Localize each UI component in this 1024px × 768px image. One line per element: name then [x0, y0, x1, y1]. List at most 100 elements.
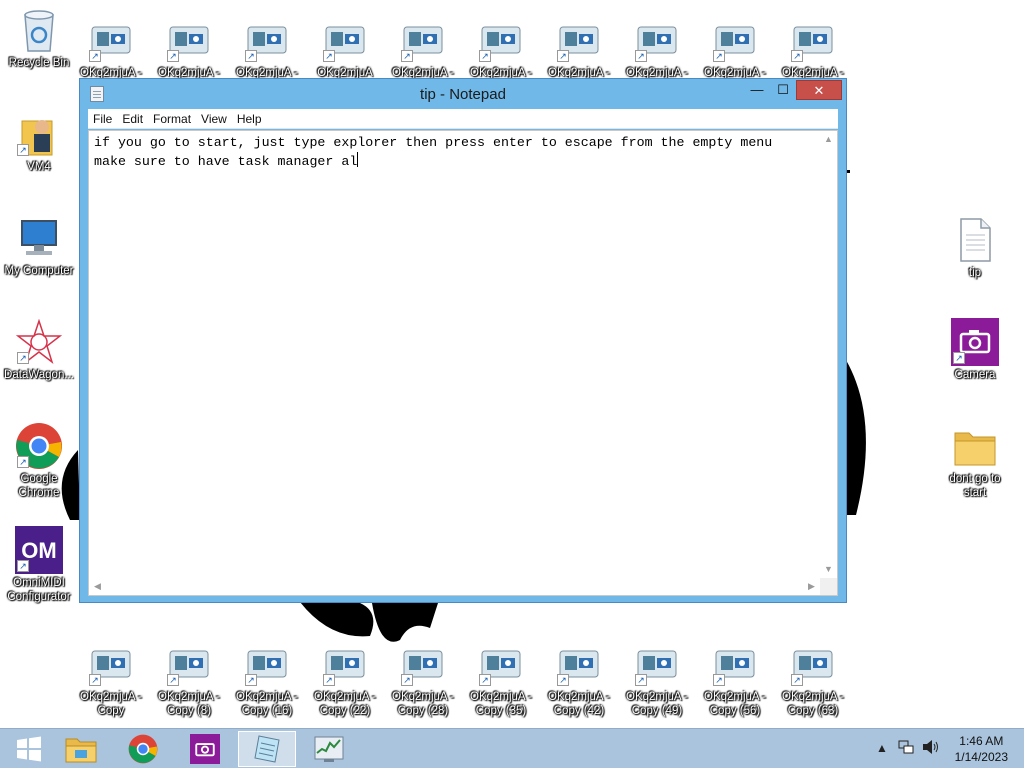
- scroll-down-icon[interactable]: ▼: [820, 561, 837, 578]
- taskbar-chrome[interactable]: [114, 731, 172, 767]
- desktop-icon-recycle-bin[interactable]: Recycle Bin: [0, 6, 78, 70]
- desktop-icon-label-line2: Copy (49): [631, 705, 683, 717]
- volume-icon[interactable]: [922, 739, 940, 758]
- menu-view[interactable]: View: [196, 109, 232, 129]
- desktop-icon-okq2mjua[interactable]: ↗ OKq2mjuA -: [774, 16, 852, 80]
- desktop-icon-label-line2: Copy (42): [553, 705, 605, 717]
- shortcut-arrow-icon: ↗: [713, 674, 725, 686]
- desktop-icon-okq2mjua[interactable]: ↗ OKq2mjuA - Copy (49): [618, 640, 696, 718]
- app-shortcut-icon: ↗: [87, 16, 135, 64]
- desktop-icon-okq2mjua[interactable]: ↗ OKq2mjuA - Copy (35): [462, 640, 540, 718]
- shortcut-arrow-icon: ↗: [635, 50, 647, 62]
- editor-text[interactable]: if you go to start, just type explorer t…: [94, 133, 817, 171]
- scroll-up-icon[interactable]: ▲: [820, 131, 837, 148]
- app-shortcut-icon: ↗: [789, 640, 837, 688]
- size-grip[interactable]: [820, 578, 837, 595]
- menu-format[interactable]: Format: [148, 109, 196, 129]
- notepad-titlebar[interactable]: tip - Notepad — ☐ ✕: [80, 79, 846, 109]
- scroll-right-icon[interactable]: ▶: [803, 578, 820, 595]
- menu-file[interactable]: File: [88, 109, 117, 129]
- desktop-icon-okq2mjua[interactable]: ↗ OKq2mjuA - Copy (56): [696, 640, 774, 718]
- desktop-icon-okq2mjua[interactable]: ↗ OKq2mjuA - Copy: [72, 640, 150, 718]
- notepad-window[interactable]: tip - Notepad — ☐ ✕ File Edit Format View He…: [79, 78, 847, 603]
- app-shortcut-icon: ↗: [477, 16, 525, 64]
- desktop-icon-google-chrome[interactable]: ↗ Google Chrome: [0, 422, 78, 500]
- taskbar-clock[interactable]: 1:46 AM 1/14/2023: [955, 733, 1008, 765]
- desktop-icon-datawagon[interactable]: ↗ DataWagon...: [0, 318, 78, 382]
- desktop-icon-okq2mjua[interactable]: ↗ OKq2mjuA - Copy (28): [384, 640, 462, 718]
- desktop-icon-label-group: Google Chrome: [0, 472, 78, 500]
- desktop-icon-label: OKq2mjuA -: [626, 691, 688, 703]
- desktop-icon-okq2mjua[interactable]: ↗ OKq2mjuA - Copy (63): [774, 640, 852, 718]
- desktop-icon-label-line2: start: [963, 487, 987, 499]
- desktop-icon-label: Camera: [954, 369, 996, 381]
- desktop-icon-okq2mjua[interactable]: ↗ OKq2mjuA -: [150, 16, 228, 80]
- desktop-icon-label-group: OKq2mjuA - Copy (56): [696, 690, 774, 718]
- close-button[interactable]: ✕: [796, 80, 842, 100]
- shortcut-arrow-icon: ↗: [323, 674, 335, 686]
- shortcut-arrow-icon: ↗: [89, 674, 101, 686]
- computer-icon: [15, 214, 63, 262]
- desktop-icon-okq2mjua[interactable]: ↗ OKq2mjuA -: [228, 16, 306, 80]
- desktop-icon-okq2mjua[interactable]: ↗ OKq2mjuA - Copy (42): [540, 640, 618, 718]
- desktop-icon-label: tip: [968, 267, 982, 279]
- camera-icon: [190, 734, 220, 764]
- desktop-icon-label-line2: Configurator: [7, 591, 71, 603]
- desktop-icon-dont-go-to-start[interactable]: dont go to start: [936, 422, 1014, 500]
- desktop-icon-okq2mjua[interactable]: ↗ OKq2mjuA - Copy (22): [306, 640, 384, 718]
- desktop-icon-camera[interactable]: ↗ Camera: [936, 318, 1014, 382]
- shortcut-arrow-icon: ↗: [245, 50, 257, 62]
- start-button[interactable]: [0, 731, 58, 767]
- desktop-icon-omnimidi[interactable]: OM ↗ OmniMIDI Configurator: [0, 526, 78, 604]
- menu-help[interactable]: Help: [232, 109, 267, 129]
- text-caret: [357, 152, 359, 167]
- taskbar-file-explorer[interactable]: [52, 731, 110, 767]
- maximize-button[interactable]: ☐: [770, 80, 796, 100]
- chrome-icon: [128, 734, 158, 764]
- desktop-icon-label: OKq2mjuA -: [782, 691, 844, 703]
- network-icon[interactable]: [898, 739, 914, 758]
- folder-icon: [951, 422, 999, 470]
- text-editor-area[interactable]: if you go to start, just type explorer t…: [88, 130, 838, 596]
- desktop-icon-okq2mjua[interactable]: ↗ OKq2mjuA -: [72, 16, 150, 80]
- desktop-icon-label: dont go to: [949, 473, 1001, 485]
- desktop-icon-okq2mjua[interactable]: ↗ OKq2mjuA: [306, 16, 384, 80]
- editor-line: if you go to start, just type explorer t…: [94, 135, 773, 150]
- taskbar-camera[interactable]: [176, 731, 234, 767]
- minimize-button[interactable]: —: [744, 80, 770, 100]
- desktop-icon-label: OKq2mjuA -: [236, 691, 298, 703]
- desktop-icon-label-group: dont go to start: [936, 472, 1014, 500]
- desktop-icon-label-group: OKq2mjuA - Copy (22): [306, 690, 384, 718]
- task-manager-icon: [314, 736, 344, 762]
- desktop-icon-label-group: OKq2mjuA - Copy (42): [540, 690, 618, 718]
- desktop-icon-label-line2: Chrome: [18, 487, 60, 499]
- desktop-icon-label: OKq2mjuA -: [704, 691, 766, 703]
- scroll-left-icon[interactable]: ◀: [89, 578, 106, 595]
- horizontal-scrollbar[interactable]: ◀ ▶: [89, 578, 820, 595]
- desktop-icon-label-line2: Copy (22): [319, 705, 371, 717]
- desktop-icon-okq2mjua[interactable]: ↗ OKq2mjuA -: [462, 16, 540, 80]
- tray-show-hidden-icon[interactable]: ▲: [876, 741, 888, 755]
- desktop-icon-tip-file[interactable]: tip: [936, 216, 1014, 280]
- desktop-icon-my-computer[interactable]: My Computer: [0, 214, 78, 278]
- desktop-icon-label: Google: [20, 473, 58, 485]
- app-shortcut-icon: ↗: [321, 640, 369, 688]
- menu-edit[interactable]: Edit: [117, 109, 148, 129]
- desktop-icon-okq2mjua[interactable]: ↗ OKq2mjuA -: [696, 16, 774, 80]
- desktop-icon-okq2mjua[interactable]: ↗ OKq2mjuA -: [540, 16, 618, 80]
- taskbar-task-manager[interactable]: [300, 731, 358, 767]
- desktop-icon-vm4[interactable]: ↗ VM4: [0, 110, 78, 174]
- vertical-scrollbar[interactable]: ▲ ▼: [820, 131, 837, 578]
- desktop-icon-okq2mjua[interactable]: ↗ OKq2mjuA - Copy (8): [150, 640, 228, 718]
- desktop-icon-label: DataWagon...: [4, 369, 74, 381]
- desktop-icon-okq2mjua[interactable]: ↗ OKq2mjuA -: [384, 16, 462, 80]
- desktop-icon-label: OKq2mjuA -: [470, 691, 532, 703]
- desktop-icon-label-group: OKq2mjuA - Copy (35): [462, 690, 540, 718]
- desktop-icon-okq2mjua[interactable]: ↗ OKq2mjuA -: [618, 16, 696, 80]
- clock-time: 1:46 AM: [959, 734, 1004, 748]
- shortcut-arrow-icon: ↗: [401, 50, 413, 62]
- editor-line-current: make sure to have task manager al: [94, 152, 817, 171]
- taskbar-notepad[interactable]: [238, 731, 296, 767]
- desktop-icon-okq2mjua[interactable]: ↗ OKq2mjuA - Copy (16): [228, 640, 306, 718]
- desktop-icon-label: OKq2mjuA -: [314, 691, 376, 703]
